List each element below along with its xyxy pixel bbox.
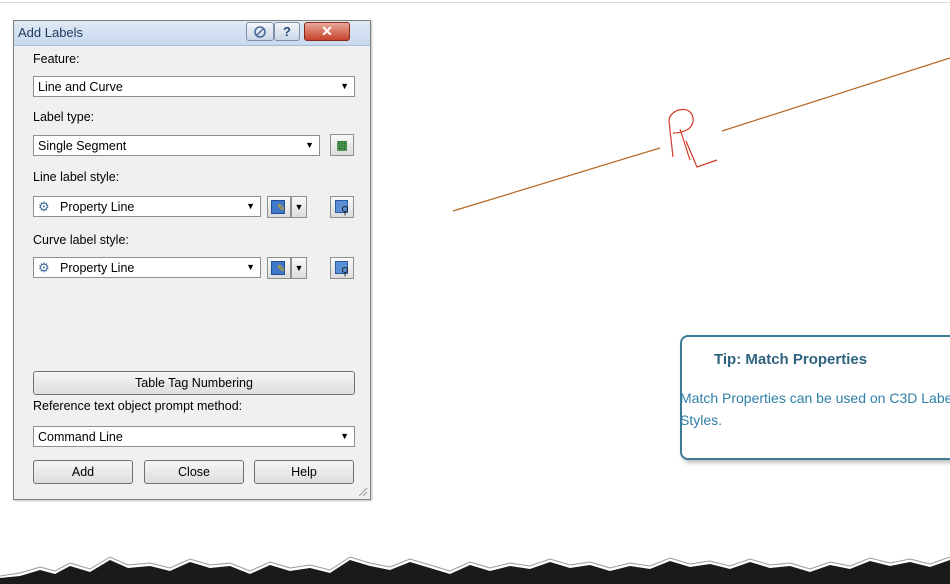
tip-clip: Tip: Match Properties Match Properties c… — [0, 0, 950, 584]
tip-body: Match Properties can be used on C3D Labe… — [680, 390, 950, 428]
tip-text-area: Tip: Match Properties Match Properties c… — [680, 0, 950, 584]
tip-title: Tip: Match Properties — [714, 351, 868, 368]
